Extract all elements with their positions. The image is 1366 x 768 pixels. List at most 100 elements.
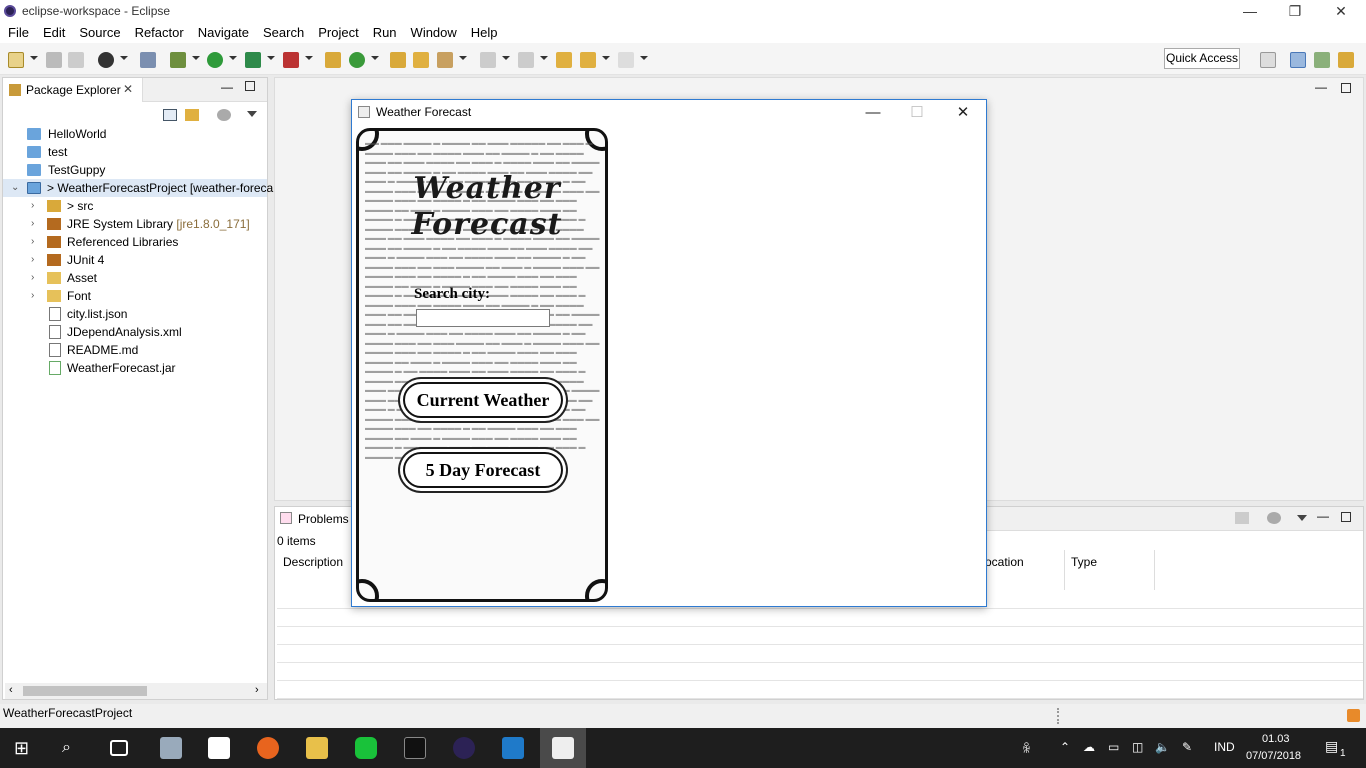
menu-help[interactable]: Help <box>463 22 504 40</box>
windows-start-icon[interactable]: ⊞ <box>14 737 36 759</box>
terminal-icon[interactable] <box>404 737 426 759</box>
scrollbar-thumb[interactable] <box>23 686 147 696</box>
chevron-down-icon[interactable] <box>540 56 548 60</box>
chevron-down-icon[interactable]: ⌄ <box>11 179 21 197</box>
chevron-right-icon[interactable]: › <box>31 287 41 305</box>
scroll-left-icon[interactable]: ‹ <box>9 684 13 696</box>
menu-search[interactable]: Search <box>255 22 310 40</box>
scroll-right-icon[interactable]: › <box>255 684 259 696</box>
rss-icon[interactable] <box>1347 709 1360 722</box>
external-tools-icon[interactable] <box>283 52 299 68</box>
five-day-forecast-button[interactable]: 5 Day Forecast <box>403 452 563 488</box>
chevron-down-icon[interactable] <box>459 56 467 60</box>
chevron-down-icon[interactable] <box>192 56 200 60</box>
view-menu-icon[interactable] <box>247 111 257 117</box>
last-edit-icon[interactable] <box>556 52 572 68</box>
back-icon[interactable] <box>580 52 596 68</box>
tree-item-testguppy[interactable]: TestGuppy <box>3 161 267 179</box>
tree-item-referenced-libraries[interactable]: › Referenced Libraries <box>3 233 267 251</box>
chevron-down-icon[interactable] <box>229 56 237 60</box>
chevron-down-icon[interactable] <box>305 56 313 60</box>
chevron-right-icon[interactable]: › <box>31 233 41 251</box>
minimize-icon[interactable]: — <box>850 100 896 125</box>
close-icon[interactable]: ✕ <box>123 82 133 96</box>
tree-item-helloworld[interactable]: HelloWorld <box>3 125 267 143</box>
minimize-view-icon[interactable]: — <box>221 80 233 94</box>
task-view-icon[interactable] <box>110 740 128 756</box>
tree-item-jar[interactable]: WeatherForecast.jar <box>3 359 267 377</box>
menu-source[interactable]: Source <box>71 22 126 40</box>
skip-breakpoints-icon[interactable] <box>140 52 156 68</box>
focus-icon[interactable] <box>217 109 231 121</box>
clock-date[interactable]: 07/07/2018 <box>1246 750 1301 762</box>
next-annotation-icon[interactable] <box>480 52 496 68</box>
column-type[interactable]: Type <box>1065 550 1155 590</box>
prev-annotation-icon[interactable] <box>518 52 534 68</box>
explorer-app-icon[interactable] <box>160 737 182 759</box>
horizontal-scrollbar[interactable]: ‹ › <box>5 683 267 699</box>
firefox-icon[interactable] <box>257 737 279 759</box>
chevron-right-icon[interactable]: › <box>31 251 41 269</box>
chevron-down-icon[interactable] <box>120 56 128 60</box>
menu-window[interactable]: Window <box>403 22 463 40</box>
svn-perspective-icon[interactable] <box>1338 52 1354 68</box>
menu-refactor[interactable]: Refactor <box>127 22 190 40</box>
chevron-down-icon[interactable] <box>267 56 275 60</box>
open-folder-icon[interactable] <box>413 52 429 68</box>
tree-item-test[interactable]: test <box>3 143 267 161</box>
link-with-editor-icon[interactable] <box>185 109 199 121</box>
tree-item-font[interactable]: › Font <box>3 287 267 305</box>
maximize-view-icon[interactable] <box>1341 512 1351 522</box>
java-perspective-icon[interactable] <box>1290 52 1306 68</box>
menu-navigate[interactable]: Navigate <box>190 22 255 40</box>
restore-icon[interactable]: ❐ <box>1272 0 1318 22</box>
close-icon[interactable]: ✕ <box>1318 0 1364 22</box>
file-explorer-icon[interactable] <box>306 737 328 759</box>
open-perspective-icon[interactable] <box>1260 52 1276 68</box>
debug-perspective-icon[interactable] <box>1314 52 1330 68</box>
maximize-view-icon[interactable] <box>1341 83 1351 93</box>
chevron-right-icon[interactable]: › <box>31 269 41 287</box>
chevron-down-icon[interactable] <box>640 56 648 60</box>
action-center-icon[interactable]: ▤ <box>1325 738 1338 755</box>
new-icon[interactable] <box>8 52 24 68</box>
profile-icon[interactable] <box>98 52 114 68</box>
people-icon[interactable]: ꆜ <box>1022 740 1031 756</box>
chevron-down-icon[interactable] <box>30 56 38 60</box>
new-class-icon[interactable] <box>349 52 365 68</box>
filter-icon[interactable] <box>1235 512 1249 524</box>
view-menu-icon[interactable] <box>1297 515 1307 521</box>
maximize-view-icon[interactable] <box>245 81 255 91</box>
menu-file[interactable]: File <box>0 22 35 40</box>
search-city-input[interactable] <box>416 309 550 327</box>
column-location[interactable]: ocation <box>975 550 1065 590</box>
battery-icon[interactable]: ▭ <box>1108 740 1119 754</box>
forward-icon[interactable] <box>618 52 634 68</box>
tab-problems[interactable]: Problems <box>275 507 355 531</box>
search-icon[interactable]: ⌕ <box>62 737 84 759</box>
chevron-up-icon[interactable]: ⌃ <box>1060 740 1070 754</box>
tree-item-city-list-json[interactable]: city.list.json <box>3 305 267 323</box>
minimize-view-icon[interactable]: — <box>1317 509 1329 523</box>
volume-icon[interactable]: 🔈 <box>1155 740 1170 754</box>
onedrive-icon[interactable]: ☁ <box>1083 740 1095 754</box>
chevron-right-icon[interactable]: › <box>31 197 41 215</box>
close-icon[interactable]: ✕ <box>940 100 986 125</box>
run-icon[interactable] <box>207 52 223 68</box>
tree-item-junit[interactable]: › JUnit 4 <box>3 251 267 269</box>
vscode-icon[interactable] <box>502 737 524 759</box>
notepad-app-icon[interactable] <box>208 737 230 759</box>
chevron-down-icon[interactable] <box>371 56 379 60</box>
tree-item-weatherforecastproject[interactable]: ⌄ > WeatherForecastProject [weather-forec… <box>3 179 273 197</box>
minimize-view-icon[interactable]: — <box>1315 80 1327 94</box>
pen-icon[interactable]: ✎ <box>1182 740 1192 754</box>
tree-item-jdepend-xml[interactable]: JDependAnalysis.xml <box>3 323 267 341</box>
focus-icon[interactable] <box>1267 512 1281 524</box>
tree-item-jre[interactable]: › JRE System Library [jre1.8.0_171] <box>3 215 267 233</box>
tree-item-src[interactable]: › > src <box>3 197 267 215</box>
eclipse-app-icon[interactable] <box>453 737 475 759</box>
search-icon[interactable] <box>437 52 453 68</box>
tree-item-readme[interactable]: README.md <box>3 341 267 359</box>
menu-edit[interactable]: Edit <box>35 22 71 40</box>
minimize-icon[interactable]: — <box>1227 0 1273 22</box>
